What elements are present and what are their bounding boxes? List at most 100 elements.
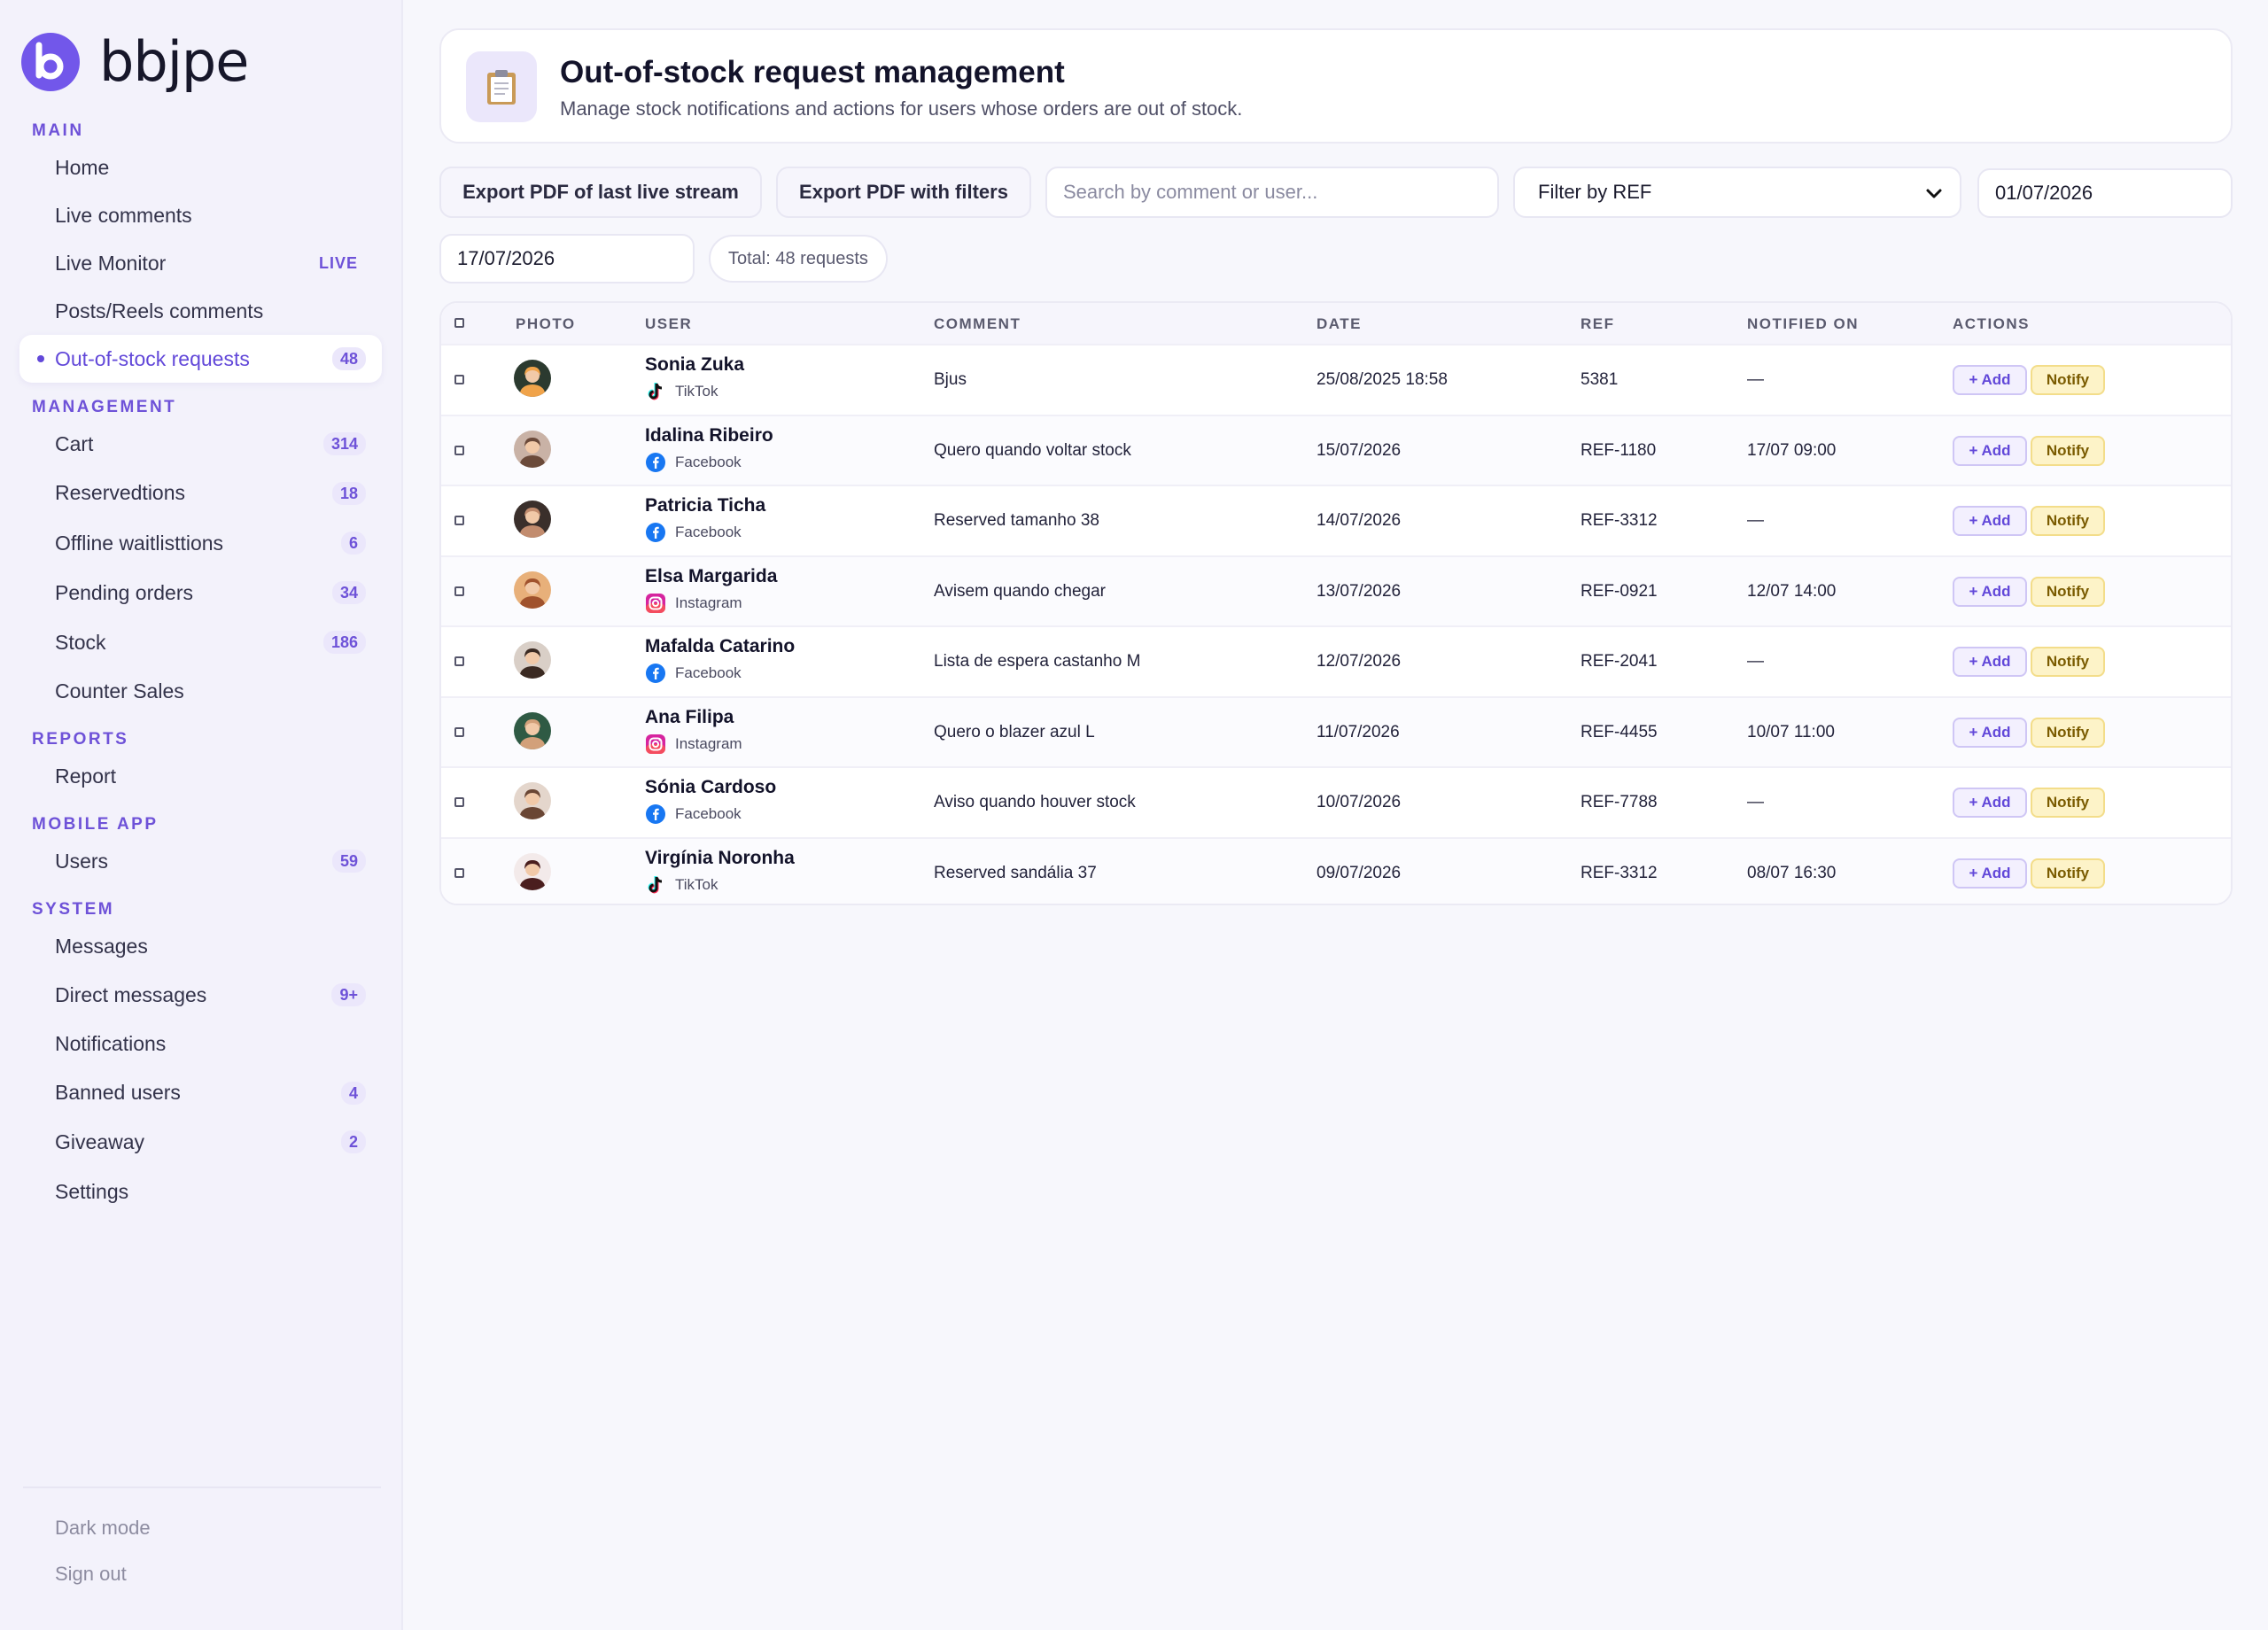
platform-label: Facebook (675, 805, 742, 822)
user-name[interactable]: Virgínia Noronha (645, 848, 795, 869)
row-checkbox[interactable] (454, 586, 464, 596)
comment-cell: Avisem quando chegar (934, 581, 1106, 601)
sidebar-item-live-monitor[interactable]: Live Monitor LIVE (19, 239, 382, 287)
brand-logo[interactable]: bbjpe (21, 29, 249, 94)
user-name[interactable]: Sonia Zuka (645, 354, 744, 376)
sidebar-item-messages[interactable]: Messages (19, 922, 382, 970)
add-button[interactable]: + Add (1953, 435, 2027, 466)
sidebar-item-label: Live Monitor (55, 251, 167, 275)
instagram-icon (645, 734, 666, 755)
sidebar-item-report[interactable]: Report (19, 752, 382, 800)
avatar (514, 430, 551, 468)
user-name[interactable]: Patricia Ticha (645, 495, 765, 516)
date-from-input[interactable]: 01/07/2026 (1977, 168, 2233, 218)
platform-label: Facebook (675, 524, 742, 540)
user-name[interactable]: Ana Filipa (645, 707, 734, 728)
notified-on-cell: — (1747, 370, 1764, 389)
column-header-actions: ACTIONS (1953, 315, 2030, 332)
sidebar-item-stock[interactable]: Stock 186 (19, 617, 382, 667)
row-checkbox[interactable] (454, 516, 464, 525)
row-checkbox[interactable] (454, 726, 464, 737)
row-checkbox[interactable] (454, 656, 464, 666)
user-platform: Facebook (645, 452, 742, 473)
sidebar-item-label: Pending orders (55, 580, 193, 604)
sidebar-item-label: Messages (55, 934, 148, 958)
page-subtitle: Manage stock notifications and actions f… (560, 97, 1243, 120)
sidebar-item-home[interactable]: Home (19, 144, 382, 191)
notify-button[interactable]: Notify (2031, 506, 2105, 536)
user-name[interactable]: Mafalda Catarino (645, 636, 795, 657)
sidebar-item-live-comments[interactable]: Live comments (19, 191, 382, 239)
column-header-ref: REF (1581, 315, 1615, 332)
notify-button[interactable]: Notify (2031, 365, 2105, 395)
row-checkbox[interactable] (454, 797, 464, 807)
notify-button[interactable]: Notify (2031, 647, 2105, 677)
column-header-photo: PHOTO (516, 315, 576, 332)
comment-cell: Aviso quando houver stock (934, 793, 1136, 811)
notified-on-cell: 12/07 14:00 (1747, 581, 1837, 601)
sidebar-item-label: Report (55, 764, 117, 788)
sidebar-item-giveaway[interactable]: Giveaway 2 (19, 1117, 382, 1167)
notify-button[interactable]: Notify (2031, 717, 2105, 748)
add-button[interactable]: + Add (1953, 647, 2027, 677)
sidebar-item-pending-orders[interactable]: Pending orders 34 (19, 568, 382, 617)
sidebar-item-banned-users[interactable]: Banned users 4 (19, 1068, 382, 1117)
sign-out-button[interactable]: Sign out (55, 1563, 127, 1586)
add-button[interactable]: + Add (1953, 858, 2027, 889)
user-name[interactable]: Sónia Cardoso (645, 777, 776, 798)
user-name[interactable]: Elsa Margarida (645, 566, 777, 587)
ref-cell: REF-3312 (1581, 863, 1658, 882)
notify-button[interactable]: Notify (2031, 576, 2105, 607)
sidebar-item-offline-waitlist[interactable]: Offline waitlisttions 6 (19, 518, 382, 568)
avatar (514, 501, 551, 538)
date-to-input[interactable]: 17/07/2026 (439, 234, 695, 283)
row-checkbox[interactable] (454, 445, 464, 455)
notified-on-cell: — (1747, 793, 1764, 811)
brand-name: bbjpe (99, 29, 249, 94)
row-checkbox[interactable] (454, 867, 464, 878)
nav-section-system: SYSTEM (32, 900, 115, 919)
notify-button[interactable]: Notify (2031, 788, 2105, 818)
tiktok-icon (645, 874, 666, 896)
sidebar-item-users[interactable]: Users 59 (19, 837, 382, 885)
ref-filter-select[interactable]: Filter by REF (1513, 167, 1961, 218)
column-header-comment: COMMENT (934, 315, 1021, 332)
column-header-notified-on: NOTIFIED ON (1747, 315, 1860, 332)
sidebar-item-cart[interactable]: Cart 314 (19, 420, 382, 468)
sidebar-item-posts-reels-comments[interactable]: Posts/Reels comments (19, 287, 382, 335)
notify-button[interactable]: Notify (2031, 858, 2105, 889)
add-button[interactable]: + Add (1953, 365, 2027, 395)
export-last-live-button[interactable]: Export PDF of last live stream (439, 167, 762, 218)
add-button[interactable]: + Add (1953, 788, 2027, 818)
select-all-checkbox[interactable] (454, 318, 464, 328)
row-checkbox[interactable] (454, 375, 464, 384)
date-cell: 10/07/2026 (1317, 793, 1402, 811)
sidebar-item-counter-sales[interactable]: Counter Sales (19, 667, 382, 715)
export-filters-button[interactable]: Export PDF with filters (776, 167, 1031, 218)
count-badge: 4 (340, 1081, 366, 1105)
ref-cell: 5381 (1581, 370, 1619, 389)
sidebar-item-out-of-stock-requests[interactable]: Out-of-stock requests 48 (19, 335, 382, 383)
sidebar-divider (23, 1486, 381, 1488)
add-button[interactable]: + Add (1953, 717, 2027, 748)
date-cell: 09/07/2026 (1317, 863, 1402, 882)
date-cell: 14/07/2026 (1317, 511, 1402, 530)
add-button[interactable]: + Add (1953, 506, 2027, 536)
ref-cell: REF-3312 (1581, 511, 1658, 530)
date-cell: 11/07/2026 (1317, 722, 1400, 741)
sidebar-item-label: Direct messages (55, 982, 207, 1006)
sidebar-item-reservations[interactable]: Reservedtions 18 (19, 468, 382, 518)
ref-cell: REF-0921 (1581, 581, 1658, 601)
facebook-icon (645, 663, 666, 684)
tiktok-icon (645, 381, 666, 402)
add-button[interactable]: + Add (1953, 576, 2027, 607)
sidebar-item-direct-messages[interactable]: Direct messages 9+ (19, 970, 382, 1020)
dark-mode-toggle[interactable]: Dark mode (55, 1517, 151, 1540)
search-input[interactable]: Search by comment or user... (1045, 167, 1499, 218)
sidebar-item-settings[interactable]: Settings (19, 1167, 382, 1216)
user-platform: Facebook (645, 522, 742, 543)
user-name[interactable]: Idalina Ribeiro (645, 425, 773, 446)
notify-button[interactable]: Notify (2031, 435, 2105, 466)
column-header-date: DATE (1317, 315, 1363, 332)
sidebar-item-notifications[interactable]: Notifications (19, 1020, 382, 1068)
